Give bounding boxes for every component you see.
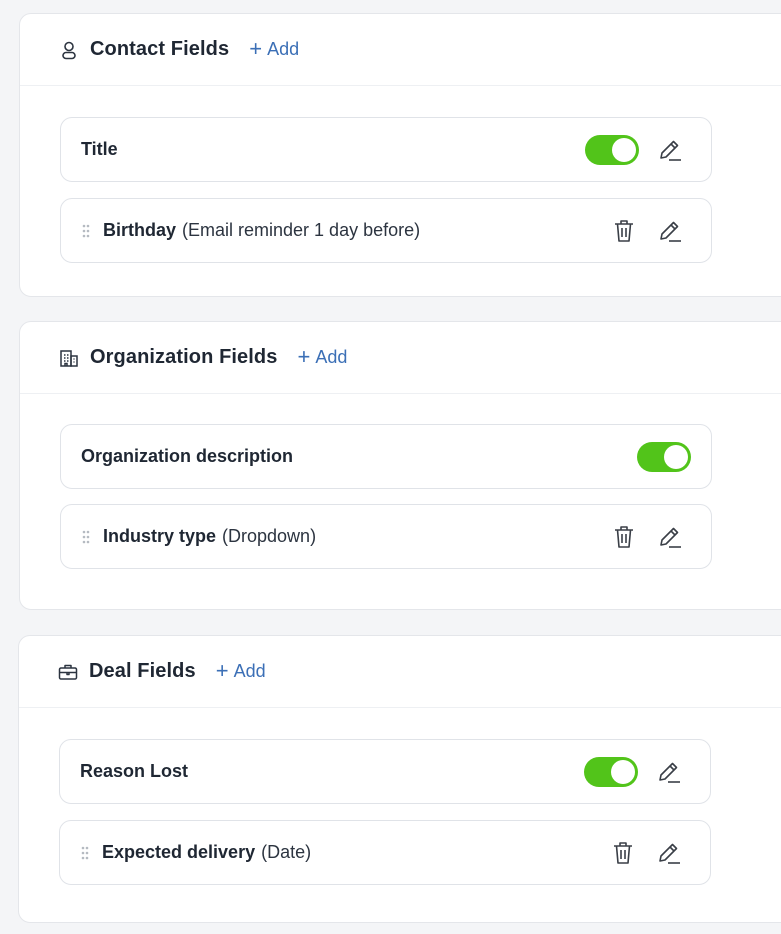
trash-icon[interactable] — [610, 840, 636, 866]
field-row-expected-delivery: Expected delivery (Date) — [59, 820, 711, 885]
field-row-industry-type: Industry type (Dropdown) — [60, 504, 712, 569]
field-note: (Email reminder 1 day before) — [182, 220, 421, 240]
field-label: Expected delivery — [102, 842, 256, 862]
field-actions — [611, 218, 711, 244]
field-note: (Dropdown) — [222, 526, 317, 546]
plus-icon: + — [249, 35, 263, 61]
section-title: Organization Fields — [90, 346, 278, 368]
add-label: Add — [267, 39, 300, 59]
drag-handle-icon[interactable] — [61, 223, 103, 239]
edit-icon[interactable] — [657, 137, 683, 163]
field-toggle[interactable] — [585, 134, 639, 165]
user-icon — [59, 40, 79, 60]
field-actions — [610, 840, 710, 866]
field-label: Title — [81, 139, 118, 159]
field-actions — [584, 756, 710, 787]
edit-icon[interactable] — [657, 524, 683, 550]
add-label: Add — [315, 347, 348, 367]
add-organization-field-button[interactable]: + Add — [297, 343, 348, 369]
add-contact-field-button[interactable]: + Add — [249, 35, 300, 61]
plus-icon: + — [297, 343, 311, 369]
drag-handle-icon[interactable] — [60, 845, 102, 861]
section-title: Contact Fields — [90, 38, 230, 60]
plus-icon: + — [215, 657, 229, 683]
toggle-knob — [612, 137, 636, 162]
field-row-reason-lost: Reason Lost — [59, 739, 711, 804]
field-row-title: Title — [60, 117, 712, 182]
edit-icon[interactable] — [656, 840, 682, 866]
toggle-knob — [611, 759, 635, 784]
add-deal-field-button[interactable]: + Add — [215, 657, 266, 683]
building-icon — [59, 348, 79, 368]
organization-fields-card: Organization Fields + Add Organization d… — [19, 321, 781, 610]
organization-fields-header: Organization Fields + Add — [20, 322, 781, 394]
toggle-knob — [664, 444, 688, 469]
field-actions — [611, 524, 711, 550]
field-toggle[interactable] — [584, 756, 638, 787]
edit-icon[interactable] — [656, 759, 682, 785]
field-label: Birthday — [103, 220, 177, 240]
field-label: Industry type — [103, 526, 217, 546]
field-actions — [637, 441, 711, 472]
contact-fields-header: Contact Fields + Add — [20, 14, 781, 86]
field-label: Reason Lost — [80, 761, 189, 781]
briefcase-icon — [58, 662, 78, 682]
edit-icon[interactable] — [657, 218, 683, 244]
field-toggle[interactable] — [637, 441, 691, 472]
field-note: (Date) — [261, 842, 312, 862]
field-label: Organization description — [81, 446, 294, 466]
trash-icon[interactable] — [611, 524, 637, 550]
field-row-organization-description: Organization description — [60, 424, 712, 489]
add-label: Add — [233, 661, 266, 681]
drag-handle-icon[interactable] — [61, 529, 103, 545]
contact-fields-card: Contact Fields + Add Title Birthday (Ema… — [19, 13, 781, 297]
deal-fields-header: Deal Fields + Add — [19, 636, 781, 708]
deal-fields-card: Deal Fields + Add Reason Lost Expected d… — [18, 635, 781, 923]
field-row-birthday: Birthday (Email reminder 1 day before) — [60, 198, 712, 263]
field-actions — [585, 134, 711, 165]
section-title: Deal Fields — [89, 660, 196, 682]
trash-icon[interactable] — [611, 218, 637, 244]
